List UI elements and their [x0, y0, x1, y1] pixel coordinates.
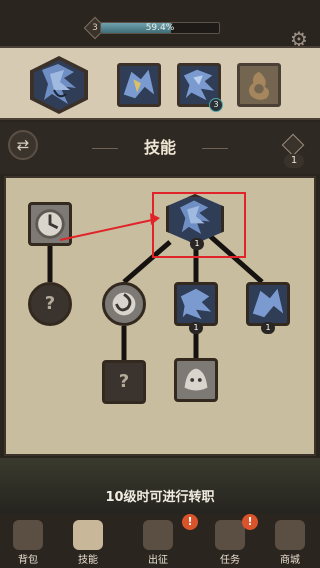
character-slot-locked[interactable] — [237, 63, 281, 107]
selected-character-portrait[interactable] — [30, 56, 88, 114]
scroll-icon — [73, 520, 103, 550]
shop-icon — [275, 520, 305, 550]
skill-node-3[interactable] — [246, 282, 290, 326]
highlight-box — [152, 192, 246, 258]
wolf-hero-portrait-icon — [123, 69, 155, 99]
skill-node-passive-2[interactable] — [102, 282, 146, 326]
nav-expedition[interactable]: 出征 — [130, 514, 186, 568]
clock-skill-icon — [35, 209, 65, 239]
character-slot-2[interactable] — [117, 63, 161, 107]
backpack-icon — [13, 520, 43, 550]
page-title: 技能 — [143, 138, 176, 157]
skill-points-count: 1 — [284, 154, 304, 168]
skill-node-passive-1[interactable] — [28, 202, 72, 246]
unlock-message: 10级时可进行转职 — [105, 490, 215, 505]
beast-skill-icon — [184, 368, 208, 391]
skill-node-locked-2[interactable]: ? — [102, 360, 146, 404]
xp-progress-bar: 59.4% — [100, 22, 220, 34]
expedition-alert-icon: ! — [182, 514, 198, 530]
nav-shop[interactable]: 商城 — [262, 514, 318, 568]
skill-node-passive-3[interactable] — [174, 358, 218, 402]
skill-node-locked-1[interactable]: ? — [28, 282, 72, 326]
sword-icon — [143, 520, 173, 550]
wolf-claw-skill-icon — [180, 288, 212, 320]
skill-node-2[interactable] — [174, 282, 218, 326]
flame-spirit-icon — [248, 71, 270, 100]
swap-character-icon[interactable]: ⇄ — [8, 130, 38, 160]
skill-rank-3: 1 — [261, 322, 275, 334]
character-badge-count: 3 — [209, 98, 223, 112]
xp-percent-text: 59.4% — [145, 23, 175, 33]
nav-skills[interactable]: 技能 — [60, 514, 116, 568]
wolf-slash-skill-icon — [252, 288, 284, 318]
nav-backpack[interactable]: 背包 — [0, 514, 56, 568]
tasks-alert-icon: ! — [242, 514, 258, 530]
title-divider-right — [202, 148, 228, 149]
skill-rank-2: 1 — [189, 322, 203, 334]
quest-icon — [215, 520, 245, 550]
spiral-skill-icon — [112, 292, 136, 316]
